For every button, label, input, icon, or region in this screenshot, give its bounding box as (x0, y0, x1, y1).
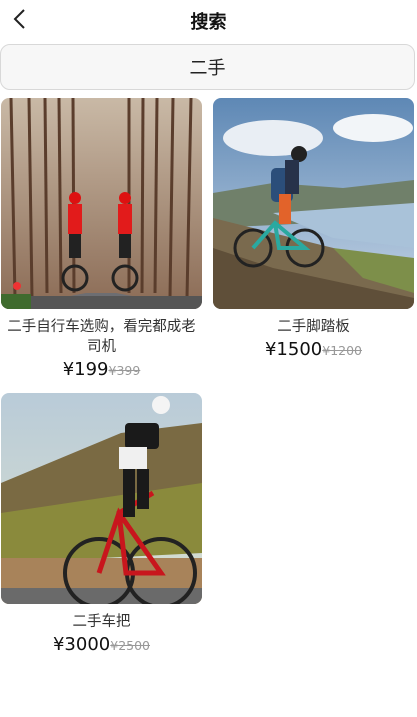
product-price: ¥199 (62, 359, 109, 380)
product-title[interactable]: 二手脚踏板 (213, 317, 414, 337)
product-price: ¥1500 (264, 339, 323, 360)
product-card[interactable]: 二手脚踏板 ¥1500¥1200 (213, 98, 414, 360)
product-title[interactable]: 二手自行车选购，看完都成老司机 (1, 317, 202, 357)
original-price: ¥1200 (322, 343, 363, 358)
price-row: ¥3000¥2500 (1, 634, 202, 655)
price-row: ¥199¥399 (1, 359, 202, 380)
page-title: 搜索 (190, 12, 227, 33)
original-price: ¥2500 (110, 638, 151, 653)
product-price: ¥3000 (52, 634, 111, 655)
product-image[interactable] (1, 393, 202, 604)
product-card[interactable]: 二手车把 ¥3000¥2500 (1, 393, 202, 655)
product-image[interactable] (213, 98, 414, 309)
product-card[interactable]: 二手自行车选购，看完都成老司机 ¥199¥399 (1, 98, 202, 380)
original-price: ¥399 (108, 363, 141, 378)
header-bar: 搜索 (0, 0, 417, 40)
product-title[interactable]: 二手车把 (1, 612, 202, 632)
product-image[interactable] (1, 98, 202, 309)
price-row: ¥1500¥1200 (213, 339, 414, 360)
search-input[interactable]: 二手 (0, 44, 415, 90)
